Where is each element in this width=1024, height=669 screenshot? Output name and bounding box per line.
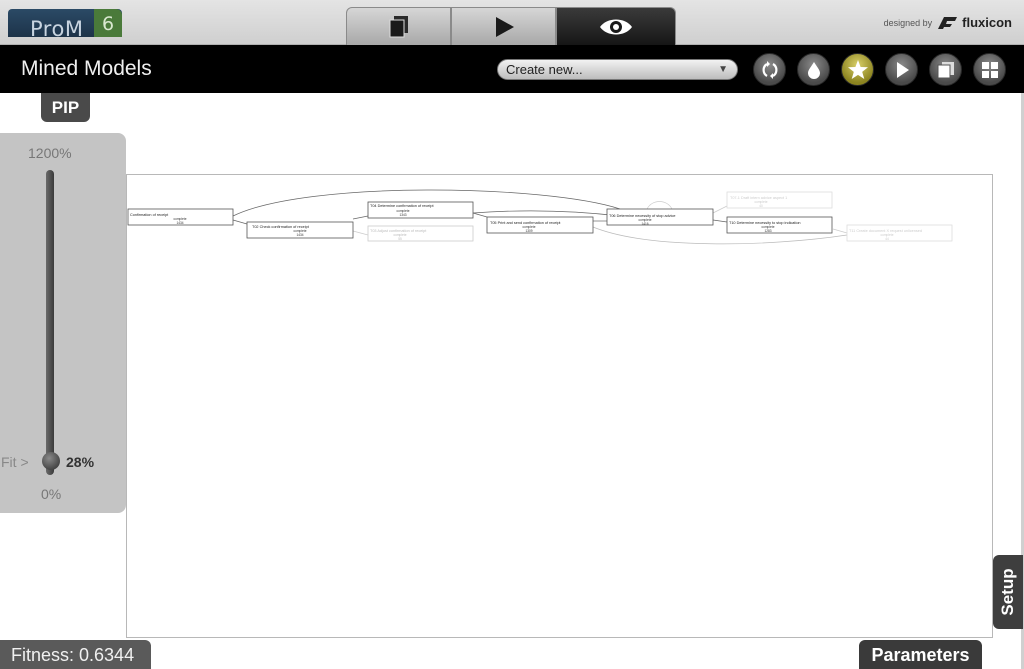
zoom-max-label: 1200% (28, 145, 72, 161)
zoom-value: 28% (66, 454, 95, 470)
edge (712, 205, 728, 214)
node-label: T04 Determine confirmation of receipt (370, 204, 434, 208)
node[interactable]: T07-1 Draft intern advice aspect 1 compl… (726, 191, 833, 209)
pip-tab[interactable]: PIP (41, 93, 90, 122)
node-count: 1416 (641, 222, 648, 226)
edge (472, 210, 621, 217)
grid-button[interactable] (973, 53, 1006, 86)
process-model-graph: Confirmation of receipt complete 1434 T0… (127, 189, 953, 245)
logo-version: 6 (94, 9, 122, 37)
model-canvas[interactable]: Confirmation of receipt complete 1434 T0… (126, 174, 993, 638)
setup-tab[interactable]: Setup (993, 555, 1023, 629)
parameters-tab[interactable]: Parameters (859, 640, 982, 669)
node[interactable]: T06 Determine necessity of stop advice c… (606, 208, 714, 226)
refresh-button[interactable] (753, 53, 786, 86)
node[interactable]: Confirmation of receipt complete 1434 (127, 208, 234, 226)
node[interactable]: T05 Print and send confirmation of recei… (486, 216, 594, 234)
node-count: 1283 (764, 229, 771, 233)
drop-icon (807, 61, 820, 79)
node-label: Confirmation of receipt (130, 213, 169, 217)
node[interactable]: T04 Determine confirmation of receipt co… (367, 201, 474, 219)
top-bar: ProM 6 designed by fluxicon (0, 0, 1024, 45)
node[interactable]: T10 Determine necessity to stop indicati… (726, 216, 833, 234)
edge (646, 201, 673, 210)
create-new-value: Create new... (506, 62, 583, 77)
tab-actions[interactable] (451, 7, 556, 45)
star-icon (847, 59, 868, 79)
zoom-min-label: 0% (41, 486, 62, 502)
grid-icon (981, 61, 998, 78)
refresh-icon (762, 60, 777, 79)
setup-label: Setup (998, 568, 1017, 616)
zoom-slider-handle[interactable] (42, 452, 60, 470)
node-count: 44 (885, 237, 889, 241)
node-count: 40 (759, 204, 763, 208)
play-button[interactable] (885, 53, 918, 86)
zoom-fit-button[interactable]: Fit > (1, 454, 29, 470)
chevron-down-icon: ▼ (718, 64, 728, 75)
designed-by: designed by fluxicon (884, 15, 1012, 30)
zoom-slider-track[interactable] (46, 170, 54, 475)
model-nodes: Confirmation of receipt complete 1434 T0… (127, 191, 953, 242)
edge (352, 230, 369, 236)
copy-button[interactable] (929, 53, 962, 86)
edge (352, 215, 369, 220)
edge (232, 219, 248, 225)
workspace-icon (389, 15, 408, 37)
favorite-button[interactable] (841, 53, 874, 86)
node-count: 1343 (399, 213, 406, 217)
fluxicon-logo-icon (938, 16, 958, 29)
node[interactable]: T11 Create document X request unlicensed… (846, 224, 953, 242)
edge (712, 219, 728, 223)
prom-logo: ProM 6 (8, 9, 122, 37)
node[interactable]: T03 Adjust confirmation of receipt compl… (367, 225, 474, 242)
play-icon (896, 61, 909, 78)
copy-icon (937, 61, 954, 78)
logo-text: ProM (30, 17, 84, 37)
page-title: Mined Models (21, 57, 152, 80)
node-count: 1434 (296, 233, 303, 237)
brand-name: fluxicon (962, 15, 1012, 30)
zoom-panel: 1200% Fit > 28% 0% (0, 133, 126, 513)
prom-window: ProM 6 designed by fluxicon Mined Models… (0, 0, 1024, 669)
edge (472, 212, 488, 218)
node-count: 1309 (525, 229, 532, 233)
view-switcher (346, 7, 676, 45)
drop-button[interactable] (797, 53, 830, 86)
designed-by-text: designed by (883, 17, 933, 28)
tab-views[interactable] (556, 7, 676, 45)
node-count: 1434 (176, 221, 183, 225)
create-new-select[interactable]: Create new... ▼ (497, 59, 738, 80)
edge (832, 228, 848, 234)
fitness-status: Fitness: 0.6344 (0, 640, 151, 669)
node-count: 55 (398, 237, 402, 241)
tab-workspace[interactable] (346, 7, 451, 45)
zoom-fit-label: Fit (1, 454, 17, 470)
play-icon (495, 16, 514, 37)
node[interactable]: T02 Check confirmation of receipt comple… (246, 221, 354, 239)
eye-icon (600, 19, 632, 34)
